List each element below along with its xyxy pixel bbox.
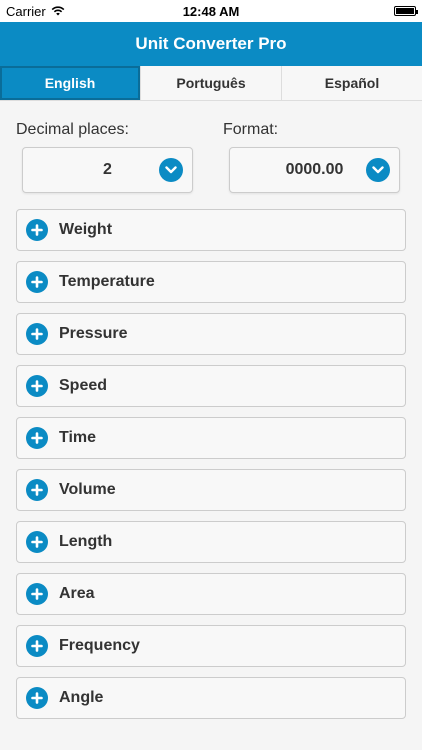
category-label: Volume <box>59 481 116 498</box>
category-label: Time <box>59 429 97 446</box>
format-value: 0000.00 <box>285 161 344 178</box>
plus-circle-icon <box>26 687 48 709</box>
tab-espanol[interactable]: Español <box>282 66 422 100</box>
category-area[interactable]: Area <box>16 573 406 615</box>
plus-circle-icon <box>26 375 48 397</box>
category-label: Pressure <box>59 325 128 342</box>
category-label: Speed <box>59 377 108 394</box>
decimal-select[interactable]: 2 <box>22 147 193 193</box>
decimal-label: Decimal places: <box>16 121 129 138</box>
tab-english[interactable]: English <box>0 66 141 100</box>
category-label: Frequency <box>59 637 140 654</box>
battery-icon <box>394 6 418 16</box>
plus-circle-icon <box>26 271 48 293</box>
decimal-setting: Decimal places: 2 <box>16 121 199 193</box>
chevron-down-icon <box>159 158 183 182</box>
category-angle[interactable]: Angle <box>16 677 406 719</box>
category-label: Area <box>59 585 95 602</box>
plus-circle-icon <box>26 427 48 449</box>
plus-circle-icon <box>26 583 48 605</box>
plus-circle-icon <box>26 531 48 553</box>
category-frequency[interactable]: Frequency <box>16 625 406 667</box>
category-pressure[interactable]: Pressure <box>16 313 406 355</box>
tab-portugues[interactable]: Português <box>141 66 282 100</box>
plus-circle-icon <box>26 479 48 501</box>
category-label: Angle <box>59 689 104 706</box>
language-tabs: English Português Español <box>0 66 422 101</box>
format-setting: Format: 0000.00 <box>223 121 406 193</box>
category-volume[interactable]: Volume <box>16 469 406 511</box>
category-label: Length <box>59 533 113 550</box>
format-select[interactable]: 0000.00 <box>229 147 400 193</box>
category-time[interactable]: Time <box>16 417 406 459</box>
carrier-label: Carrier <box>6 3 46 19</box>
app-title: Unit Converter Pro <box>135 34 287 53</box>
app-header: Unit Converter Pro <box>0 22 422 66</box>
status-bar: Carrier 12:48 AM <box>0 0 422 22</box>
plus-circle-icon <box>26 323 48 345</box>
chevron-down-icon <box>366 158 390 182</box>
category-list: Weight Temperature Pressure Speed Time V… <box>0 209 422 719</box>
wifi-icon <box>51 6 65 16</box>
category-label: Weight <box>59 221 113 238</box>
category-label: Temperature <box>59 273 155 290</box>
settings-row: Decimal places: 2 Format: 0000.00 <box>0 121 422 193</box>
status-left: Carrier <box>6 4 65 19</box>
category-temperature[interactable]: Temperature <box>16 261 406 303</box>
format-label: Format: <box>223 121 279 138</box>
plus-circle-icon <box>26 635 48 657</box>
category-weight[interactable]: Weight <box>16 209 406 251</box>
category-length[interactable]: Length <box>16 521 406 563</box>
category-speed[interactable]: Speed <box>16 365 406 407</box>
plus-circle-icon <box>26 219 48 241</box>
decimal-value: 2 <box>103 161 112 178</box>
